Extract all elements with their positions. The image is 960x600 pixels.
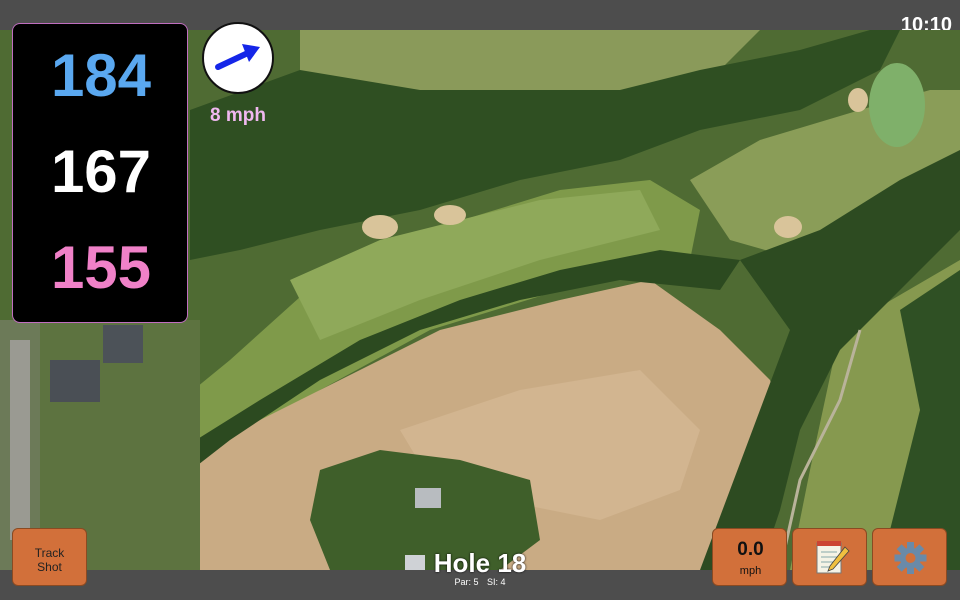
- distance-front: 155: [50, 234, 152, 301]
- hole-info: Par: 5 SI: 4: [380, 577, 580, 587]
- notepad-icon: [816, 541, 850, 574]
- distance-panel: 184 167 155: [12, 23, 188, 323]
- hole-stroke-index: SI: 4: [487, 577, 506, 587]
- wind-indicator: [202, 22, 274, 94]
- distance-back: 184: [50, 42, 152, 109]
- track-shot-label-line1: Track: [34, 546, 65, 560]
- gear-icon: [894, 542, 927, 574]
- settings-button[interactable]: [872, 528, 947, 586]
- wind-direction-arrow-icon: [215, 44, 260, 70]
- track-shot-button[interactable]: Track Shot: [12, 528, 87, 586]
- wind-speed: 8 mph: [210, 105, 266, 126]
- notes-button[interactable]: [792, 528, 867, 586]
- speed-unit: mph: [739, 565, 762, 577]
- speed-value: 0.0: [737, 539, 764, 560]
- distance-middle: 167: [50, 138, 152, 205]
- speed-button[interactable]: 0.0 mph: [712, 528, 787, 586]
- hole-par: Par: 5: [454, 577, 479, 587]
- track-shot-label-line2: Shot: [37, 560, 62, 574]
- hole-title: Hole 18: [433, 548, 527, 578]
